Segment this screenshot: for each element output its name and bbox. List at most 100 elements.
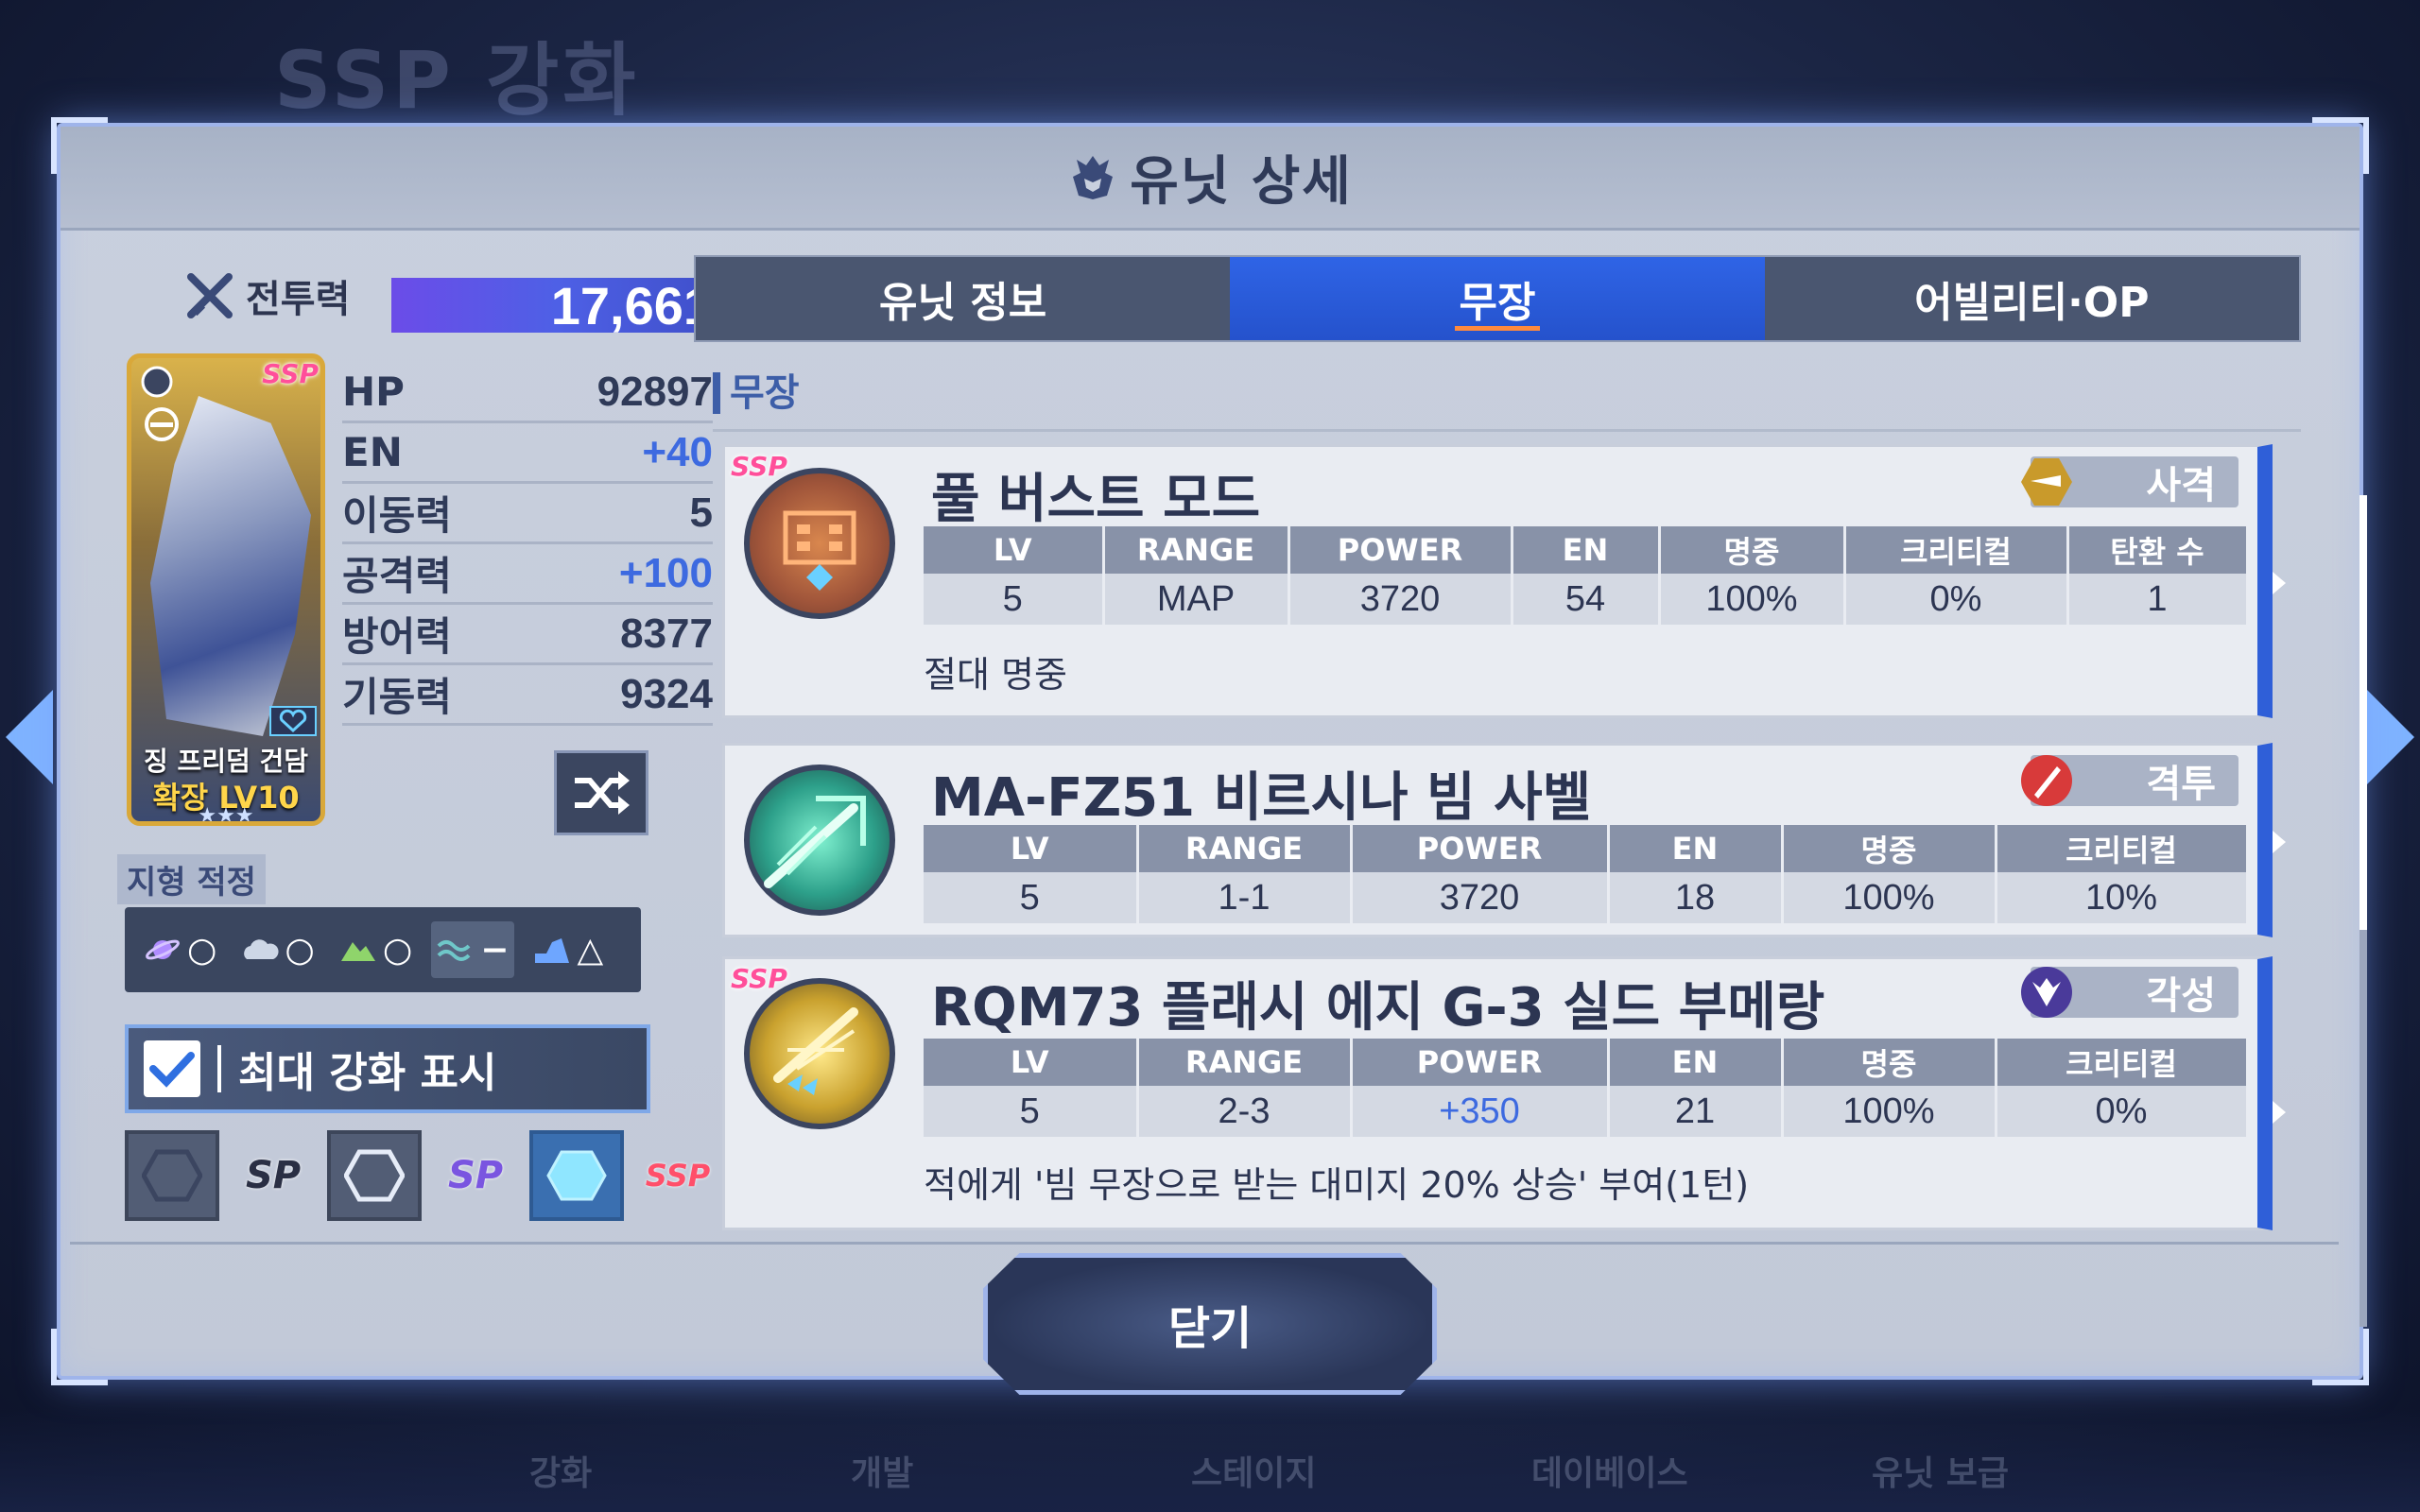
stat-label: EN [342,429,403,475]
tab-bar: 유닛 정보 무장 어빌리티·OP [694,255,2301,342]
weapon-description: 적에게 '빔 무장으로 받는 대미지 20% 상승' 부여(1턴) [924,1164,1750,1206]
divider [713,429,2301,432]
grade-selector: SP SP SSP [125,1130,720,1221]
cell: 3720 [1351,872,1610,923]
bg-nav-item: 데이베이스 [1531,1454,1688,1493]
crossed-swords-icon [187,273,233,318]
cell: 1 [2067,574,2249,625]
scrollbar-thumb[interactable] [2360,495,2367,930]
weapon-name: MA-FZ51 비르시나 빔 사벨 [931,767,1592,829]
terrain-ground: ○ [334,921,418,978]
terrain-water: − [431,921,515,978]
divider [217,1045,221,1092]
stat-value: 5 [689,489,713,536]
stat-label: 방어력 [342,613,452,660]
tab-ability-op[interactable]: 어빌리티·OP [1765,257,2299,340]
weapon-stats-table: LV RANGE POWER EN 명중 크리티컬 5 2-3 +350 21 … [924,1039,2249,1137]
terrain-air: ○ [235,921,320,978]
weapon-expand-arrow[interactable] [2273,572,2286,594]
beam-saber-icon [764,796,866,888]
weapon-card[interactable]: SSP RQM73 플래시 에지 G-3 실드 부메랑 각성 LV RANGE … [722,956,2286,1230]
gundam-head-icon [1073,155,1114,199]
grade-button-ssp[interactable] [529,1130,624,1221]
prev-unit-arrow[interactable] [6,690,53,784]
col-header: RANGE [1137,825,1353,872]
close-button[interactable]: 닫기 [983,1253,1437,1395]
ssp-badge: SSP [731,451,787,482]
weapon-card[interactable]: MA-FZ51 비르시나 빔 사벨 격투 LV RANGE POWER EN 명… [722,743,2286,937]
cell: 100% [1782,1086,1997,1137]
stat-value: 8377 [620,610,713,657]
tab-unit-info[interactable]: 유닛 정보 [696,257,1230,340]
weapon-name: RQM73 플래시 에지 G-3 실드 부메랑 [931,977,1825,1039]
stat-value: 92897 [596,368,713,415]
shuffle-button[interactable] [554,750,648,835]
cell: 100% [1782,872,1997,923]
weapon-card[interactable]: SSP 풀 버스트 모드 사격 LV RANGE POWER EN 명중 크리티… [722,444,2286,718]
background-title: SSP 강화 [274,34,640,127]
dialog-header: 유닛 상세 [60,127,2360,231]
terrain-suitability: ○ ○ ○ − △ [125,907,641,992]
weapon-icon [744,468,895,619]
sp-logo: SP [231,1138,316,1213]
col-header: POWER [1351,825,1610,872]
combat-power-bar: 17,661 [391,276,722,335]
grade-button-sp[interactable] [327,1130,422,1221]
cell: 5 [924,1086,1139,1137]
cell: 5 [924,574,1105,625]
col-header: RANGE [1103,526,1290,574]
water-icon [437,940,471,961]
bg-nav-item: 개발 [851,1454,914,1493]
combat-power-label: 전투력 [246,278,351,321]
cell: 100% [1659,574,1846,625]
col-header: LV [924,1039,1139,1086]
boomerang-icon [773,1007,858,1095]
col-header: 탄환 수 [2067,526,2249,574]
weapon-expand-arrow[interactable] [2273,831,2286,853]
cell: 1-1 [1137,872,1353,923]
stat-row: 기동력 9324 [342,665,713,726]
max-upgrade-toggle[interactable]: 최대 강화 표시 [125,1024,650,1113]
col-header: 크리티컬 [1996,1039,2249,1086]
weapon-icon [744,765,895,916]
frame-corner [2312,1329,2369,1385]
weapon-list[interactable]: SSP 풀 버스트 모드 사격 LV RANGE POWER EN 명중 크리티… [722,444,2320,1342]
hexagon-icon [546,1150,607,1201]
col-header: 명중 [1782,825,1997,872]
unit-name: 징 프리덤 건담 [143,746,309,777]
checkbox[interactable] [144,1040,200,1097]
col-header: LV [924,825,1139,872]
unit-detail-dialog: 유닛 상세 전투력 17,661 SSP 징 프리덤 건담 확장 LV10 ★★… [51,117,2369,1385]
weapon-type-label: 격투 [2146,763,2216,806]
grade-button-normal[interactable] [125,1130,219,1221]
weapon-description: 절대 명중 [924,654,1067,696]
col-header: 명중 [1659,526,1846,574]
cell: MAP [1103,574,1290,625]
cell: +350 [1351,1086,1610,1137]
weapon-type-badge: 격투 [2021,755,2238,806]
cell: 10% [1996,872,2249,923]
next-unit-arrow[interactable] [2367,690,2414,784]
stat-value: +100 [618,549,713,596]
stat-value: +40 [642,428,713,475]
col-header: 크리티컬 [1996,825,2249,872]
full-burst-icon [783,510,856,591]
col-header: EN [1512,526,1661,574]
cell: 21 [1608,1086,1784,1137]
divider [70,1242,2339,1245]
grade-logo-text: SP [447,1154,504,1197]
stat-row: HP 92897 [342,363,713,423]
col-header: EN [1608,825,1784,872]
col-header: 명중 [1782,1039,1997,1086]
unit-portrait [150,396,311,736]
weapon-expand-arrow[interactable] [2273,1101,2286,1124]
cell: 54 [1512,574,1661,625]
hexagon-icon [142,1149,202,1202]
cell: 0% [1996,1086,2249,1137]
tab-weapons[interactable]: 무장 [1230,257,1765,340]
scrollbar[interactable] [2360,495,2367,1327]
terrain-grade: − [480,930,510,970]
weapon-type-label: 사격 [2146,464,2216,507]
melee-icon [2021,755,2072,806]
favorite-heart-icon[interactable] [269,706,317,736]
